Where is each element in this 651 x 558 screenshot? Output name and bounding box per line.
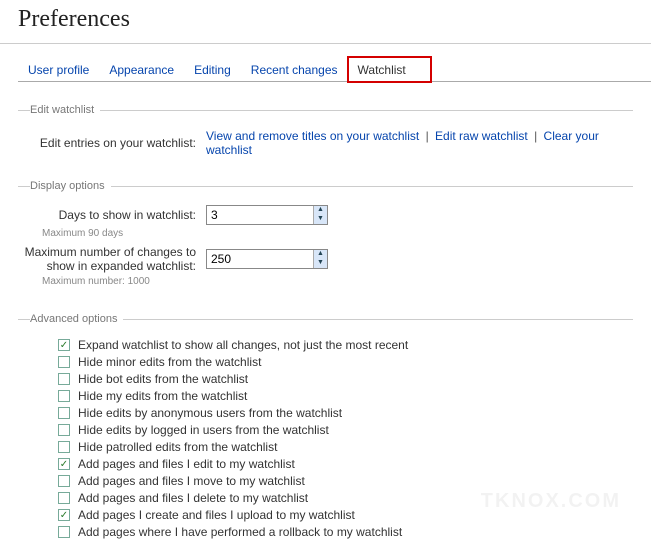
option-row: Hide my edits from the watchlist xyxy=(58,389,633,403)
advanced-options-legend: Advanced options xyxy=(30,313,123,325)
option-row: Hide edits by anonymous users from the w… xyxy=(58,406,633,420)
option-label: Hide edits by anonymous users from the w… xyxy=(78,406,342,420)
option-row: Hide edits by logged in users from the w… xyxy=(58,423,633,437)
option-row: Hide patrolled edits from the watchlist xyxy=(58,440,633,454)
option-label: Add pages I create and files I upload to… xyxy=(78,508,355,522)
option-row: Hide bot edits from the watchlist xyxy=(58,372,633,386)
content: Edit watchlist Edit entries on your watc… xyxy=(0,82,651,558)
days-input-wrapper: ▲▼ xyxy=(206,205,328,225)
edit-entries-label: Edit entries on your watchlist: xyxy=(18,136,206,150)
max-changes-input-wrapper: ▲▼ xyxy=(206,249,328,269)
option-row: Add pages where I have performed a rollb… xyxy=(58,525,633,539)
tab-user-profile[interactable]: User profile xyxy=(18,57,99,82)
option-label: Add pages and files I move to my watchli… xyxy=(78,474,305,488)
option-row: ✓ Add pages and files I edit to my watchl… xyxy=(58,457,633,471)
option-label: Hide minor edits from the watchlist xyxy=(78,355,261,369)
days-spinner[interactable]: ▲▼ xyxy=(313,206,327,224)
tabs: User profile Appearance Editing Recent c… xyxy=(18,56,651,82)
option-label: Hide bot edits from the watchlist xyxy=(78,372,248,386)
option-label: Add pages and files I edit to my watchli… xyxy=(78,457,295,471)
option-label: Expand watchlist to show all changes, no… xyxy=(78,338,408,352)
option-row: ✓ Add pages I create and files I upload t… xyxy=(58,508,633,522)
tab-watchlist[interactable]: Watchlist xyxy=(348,57,431,82)
max-changes-label: Maximum number of changes to show in exp… xyxy=(18,245,206,273)
tab-editing[interactable]: Editing xyxy=(184,57,241,82)
option-label: Add pages and files I delete to my watch… xyxy=(78,491,308,505)
checkbox[interactable]: ✓ xyxy=(58,509,70,521)
edit-entries-links: View and remove titles on your watchlist… xyxy=(206,129,633,157)
edit-watchlist-section: Edit watchlist Edit entries on your watc… xyxy=(18,104,633,166)
view-remove-link[interactable]: View and remove titles on your watchlist xyxy=(206,129,419,143)
checkbox[interactable] xyxy=(58,526,70,538)
option-row: Add pages and files I move to my watchli… xyxy=(58,474,633,488)
days-input[interactable] xyxy=(207,206,313,224)
option-label: Hide patrolled edits from the watchlist xyxy=(78,440,277,454)
advanced-options-section: Advanced options ✓ Expand watchlist to sh… xyxy=(18,313,633,548)
edit-watchlist-legend: Edit watchlist xyxy=(30,104,100,116)
checkbox[interactable] xyxy=(58,475,70,487)
checkbox[interactable]: ✓ xyxy=(58,458,70,470)
option-row: ✓ Expand watchlist to show all changes, n… xyxy=(58,338,633,352)
page-title: Preferences xyxy=(0,0,651,44)
tab-appearance[interactable]: Appearance xyxy=(99,57,184,82)
option-label: Add pages where I have performed a rollb… xyxy=(78,525,402,539)
days-hint: Maximum 90 days xyxy=(42,228,633,239)
tab-recent-changes[interactable]: Recent changes xyxy=(241,57,348,82)
display-options-legend: Display options xyxy=(30,180,111,192)
checkbox[interactable] xyxy=(58,492,70,504)
option-row: Add pages and files I delete to my watch… xyxy=(58,491,633,505)
checkbox[interactable] xyxy=(58,390,70,402)
option-label: Hide my edits from the watchlist xyxy=(78,389,247,403)
checkbox[interactable] xyxy=(58,441,70,453)
option-label: Hide edits by logged in users from the w… xyxy=(78,423,329,437)
days-label: Days to show in watchlist: xyxy=(18,208,206,222)
checkbox[interactable] xyxy=(58,407,70,419)
max-changes-spinner[interactable]: ▲▼ xyxy=(313,250,327,268)
option-row: Hide minor edits from the watchlist xyxy=(58,355,633,369)
checkbox[interactable] xyxy=(58,373,70,385)
checkbox[interactable] xyxy=(58,356,70,368)
checkbox[interactable] xyxy=(58,424,70,436)
edit-raw-link[interactable]: Edit raw watchlist xyxy=(435,129,528,143)
max-changes-hint: Maximum number: 1000 xyxy=(42,276,633,287)
display-options-section: Display options Days to show in watchlis… xyxy=(18,180,633,299)
checkbox[interactable]: ✓ xyxy=(58,339,70,351)
max-changes-input[interactable] xyxy=(207,250,313,268)
